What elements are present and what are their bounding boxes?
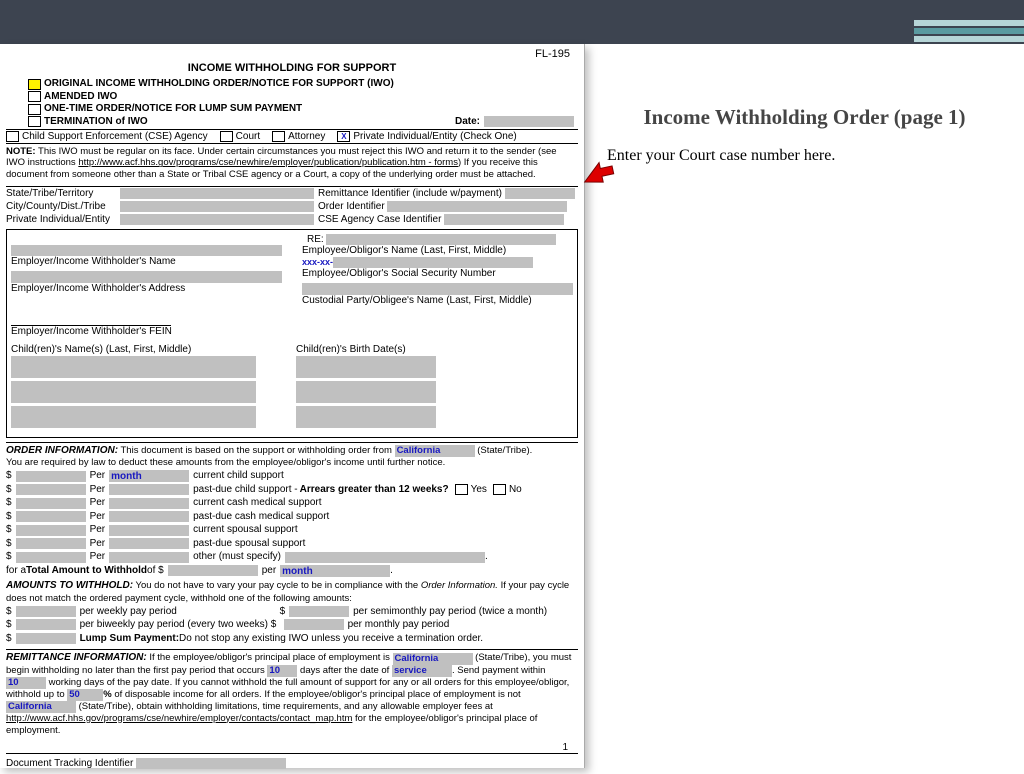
field-weekly[interactable] xyxy=(16,606,76,617)
field-ssn[interactable] xyxy=(333,257,533,268)
field-child-name-3[interactable] xyxy=(11,406,256,428)
field-total[interactable] xyxy=(168,565,258,576)
checkbox-cse[interactable] xyxy=(6,131,19,142)
field-orderid[interactable] xyxy=(387,201,567,212)
label-court: Court xyxy=(236,131,260,142)
parties-box: RE: Employer/Income Withholder's Name Em… xyxy=(6,229,578,438)
label-child-dob: Child(ren)'s Birth Date(s) xyxy=(296,344,436,355)
field-custodial[interactable] xyxy=(302,283,573,295)
field-child-dob-1[interactable] xyxy=(296,356,436,378)
field-biweekly[interactable] xyxy=(16,619,76,630)
field-child-dob-2[interactable] xyxy=(296,381,436,403)
field-emp-name[interactable] xyxy=(11,245,282,256)
field-remit[interactable] xyxy=(505,188,575,199)
form-page: FL-195 INCOME WITHHOLDING FOR SUPPORT OR… xyxy=(0,44,585,768)
date-field[interactable] xyxy=(484,116,574,127)
field-lumpsum[interactable] xyxy=(16,633,76,644)
field-monthly[interactable] xyxy=(284,619,344,630)
label-remit: Remittance Identifier (include w/payment… xyxy=(318,188,502,199)
label-state: State/Tribe/Territory xyxy=(6,188,116,199)
label-priv: Private Individual/Entity xyxy=(6,214,116,225)
checkbox-termination[interactable] xyxy=(28,116,41,127)
field-csecase[interactable] xyxy=(444,214,564,225)
form-title: INCOME WITHHOLDING FOR SUPPORT xyxy=(6,60,578,78)
label-attorney: Attorney xyxy=(288,131,325,142)
side-panel: Income Withholding Order (page 1) Enter … xyxy=(585,44,1024,768)
field-priv[interactable] xyxy=(120,214,314,225)
note-block: NOTE: This IWO must be regular on its fa… xyxy=(6,144,578,186)
opt-termination: TERMINATION of IWO xyxy=(44,116,148,129)
label-ssn: Employee/Obligor's Social Security Numbe… xyxy=(302,268,573,279)
opt-onetime: ONE-TIME ORDER/NOTICE FOR LUMP SUM PAYME… xyxy=(44,103,302,116)
red-arrow-icon xyxy=(581,157,615,187)
field-city[interactable] xyxy=(120,201,314,212)
field-child-name-1[interactable] xyxy=(11,356,256,378)
slide-topbar xyxy=(0,0,1024,44)
label-re: RE: xyxy=(307,234,324,245)
field-state[interactable] xyxy=(120,188,314,199)
order-info-hdr: ORDER INFORMATION: xyxy=(6,445,118,456)
checkbox-original[interactable] xyxy=(28,79,41,90)
remit-hdr: REMITTANCE INFORMATION: xyxy=(6,652,147,663)
checkbox-court[interactable] xyxy=(220,131,233,142)
field-child-name-2[interactable] xyxy=(11,381,256,403)
label-csecase: CSE Agency Case Identifier xyxy=(318,215,441,226)
note-link[interactable]: http://www.acf.hhs.gov/programs/cse/newh… xyxy=(78,157,458,168)
label-custodial: Custodial Party/Obligee's Name (Last, Fi… xyxy=(302,295,573,306)
amounts-hdr: AMOUNTS TO WITHHOLD: xyxy=(6,580,133,591)
side-subtitle: Enter your Court case number here. xyxy=(607,147,1002,165)
label-orderid: Order Identifier xyxy=(318,201,385,212)
form-code: FL-195 xyxy=(6,44,578,60)
label-city: City/County/Dist./Tribe xyxy=(6,201,116,212)
field-child-dob-3[interactable] xyxy=(296,406,436,428)
field-emp-addr[interactable] xyxy=(11,271,282,283)
side-title: Income Withholding Order (page 1) xyxy=(607,104,1002,131)
topbar-accent xyxy=(914,0,1024,44)
label-private: Private Individual/Entity (Check One) xyxy=(353,131,516,142)
page-number: 1 xyxy=(6,736,578,753)
field-semimonthly[interactable] xyxy=(289,606,349,617)
opt-amended: AMENDED IWO xyxy=(44,91,117,104)
ssn-masked: xxx-xx- xyxy=(302,257,333,267)
label-emp-name: Employer/Income Withholder's Name xyxy=(11,256,282,267)
checkbox-amended[interactable] xyxy=(28,91,41,102)
label-child-names: Child(ren)'s Name(s) (Last, First, Middl… xyxy=(11,344,256,355)
label-obligor: Employee/Obligor's Name (Last, First, Mi… xyxy=(302,245,573,256)
label-emp-addr: Employer/Income Withholder's Address xyxy=(11,283,282,294)
label-cse: Child Support Enforcement (CSE) Agency xyxy=(22,131,208,142)
checkbox-onetime[interactable] xyxy=(28,104,41,115)
field-re[interactable] xyxy=(326,234,556,245)
order-state: California xyxy=(397,445,441,456)
checkbox-attorney[interactable] xyxy=(272,131,285,142)
checkbox-private[interactable]: X xyxy=(337,131,350,142)
opt-original: ORIGINAL INCOME WITHHOLDING ORDER/NOTICE… xyxy=(44,78,394,91)
date-label: Date: xyxy=(455,116,480,127)
label-fein: Employer/Income Withholder's FEIN xyxy=(11,326,282,337)
remit-link[interactable]: http://www.acf.hhs.gov/programs/cse/newh… xyxy=(6,713,352,724)
